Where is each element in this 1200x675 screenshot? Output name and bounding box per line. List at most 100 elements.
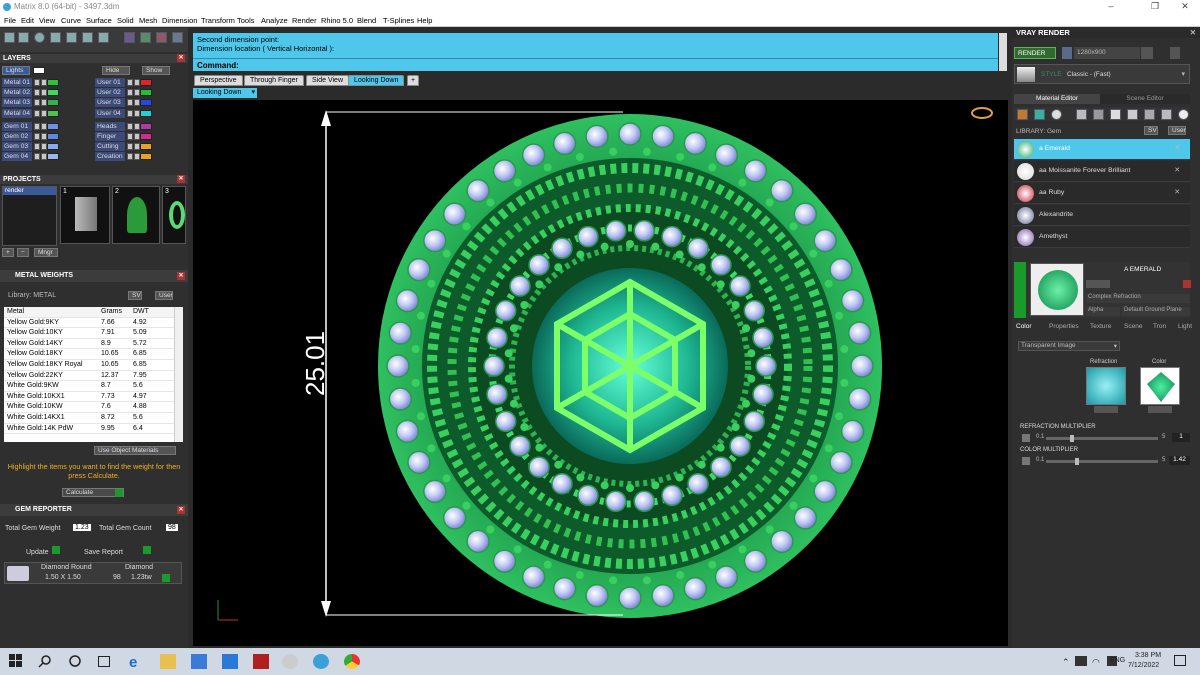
color-swatch-tools[interactable] [1148, 406, 1172, 413]
rect-tool-icon[interactable] [18, 32, 29, 43]
render-tool-icon[interactable] [124, 32, 135, 43]
layer-visibility-icon[interactable] [127, 122, 133, 130]
tab-material-editor[interactable]: Material Editor [1014, 94, 1100, 104]
camera-icon[interactable] [1170, 47, 1180, 59]
menu-rhino[interactable]: Rhino 5.0 [321, 16, 353, 25]
subtab-properties[interactable]: Properties [1049, 322, 1079, 332]
settings-tool-icon[interactable] [172, 32, 183, 43]
layer-metal-01[interactable]: Metal 01 [2, 78, 32, 87]
update-button[interactable]: Update [26, 546, 60, 556]
layer-color-swatch[interactable] [140, 153, 152, 161]
layer-color-swatch[interactable] [140, 99, 152, 107]
manager-button[interactable]: Mngr [34, 248, 58, 257]
layer-color-swatch[interactable] [140, 133, 152, 140]
wifi-icon[interactable]: ◠ [1092, 657, 1100, 668]
layer-metal-02[interactable]: Metal 02 [2, 88, 32, 98]
calculate-button[interactable]: Calculate [62, 488, 124, 497]
close-icon[interactable]: ✕ [177, 272, 185, 280]
light-icon[interactable] [1178, 109, 1189, 120]
layer-heads[interactable]: Heads [95, 121, 125, 131]
matrix-taskbar-icon[interactable] [313, 654, 329, 669]
table-row[interactable]: White Gold:10KW 7.6 4.88 [4, 402, 174, 413]
add-project-button[interactable]: + [2, 248, 14, 257]
layer-color-swatch[interactable] [140, 109, 152, 117]
maximize-button[interactable]: ❐ [1140, 1, 1170, 13]
material-item[interactable]: aa Moissanite Forever Brilliant ✕ [1014, 161, 1190, 182]
menu-dimension[interactable]: Dimension [162, 16, 197, 25]
layer-visibility-icon[interactable] [34, 153, 40, 161]
render-button[interactable]: RENDER [1014, 47, 1056, 59]
sv-button[interactable]: SV [1144, 126, 1158, 135]
remove-material-icon[interactable]: ✕ [1174, 188, 1180, 196]
menu-surface[interactable]: Surface [86, 16, 112, 25]
menu-curve[interactable]: Curve [61, 16, 81, 25]
refraction-slider-track[interactable] [1046, 435, 1158, 442]
sphere-tool-icon[interactable] [34, 32, 45, 43]
layer-gem-04[interactable]: Gem 04 [2, 152, 32, 162]
layer-color-swatch[interactable] [47, 122, 59, 130]
add-view-tab[interactable]: + [407, 75, 420, 86]
layer-color-swatch[interactable] [47, 99, 59, 107]
subtab-color[interactable]: Color [1016, 322, 1032, 332]
resolution-field[interactable]: 1280x900 [1074, 47, 1140, 59]
preview-tools[interactable] [1086, 280, 1110, 288]
layer-visibility-icon[interactable] [34, 143, 40, 151]
command-scrollbar[interactable] [999, 33, 1007, 71]
tab-perspective[interactable]: Perspective [194, 75, 243, 86]
layer-visibility-icon[interactable] [34, 122, 40, 130]
menu-tsplines[interactable]: T-Splines [383, 16, 414, 25]
menu-view[interactable]: View [39, 16, 55, 25]
layer-color-swatch[interactable] [140, 79, 152, 86]
remove-material-icon[interactable]: ✕ [1174, 166, 1180, 174]
app-red-icon[interactable] [253, 654, 269, 669]
menu-file[interactable]: File [4, 16, 16, 25]
tab-scene-editor[interactable]: Scene Editor [1100, 94, 1190, 104]
close-icon[interactable]: ✕ [177, 506, 185, 514]
layer-visibility-icon[interactable] [127, 133, 133, 140]
layer-gem-03[interactable]: Gem 03 [2, 142, 32, 152]
layer-color-swatch[interactable] [47, 89, 59, 97]
layer-visibility-icon[interactable] [34, 109, 40, 117]
layer-metal-04[interactable]: Metal 04 [2, 108, 32, 118]
sv-button[interactable]: SV [128, 291, 142, 300]
layer-visibility-icon[interactable] [127, 109, 133, 117]
project-thumb-2[interactable]: 2 [112, 186, 160, 244]
network-icon[interactable] [1075, 656, 1087, 666]
layer-color-swatch[interactable] [47, 153, 59, 161]
table-row[interactable]: Yellow Gold:18KY Royal 10.65 6.85 [4, 360, 174, 371]
tab-through-finger[interactable]: Through Finger [244, 75, 304, 86]
menu-analyze[interactable]: Analyze [261, 16, 288, 25]
layer-visibility-icon[interactable] [34, 79, 40, 86]
file-explorer-icon[interactable] [160, 654, 176, 669]
material-item[interactable]: a Emerald ✕ [1014, 139, 1190, 160]
subtab-tron[interactable]: Tron [1153, 322, 1166, 332]
color-texture-swatch[interactable] [1140, 367, 1180, 405]
gem-tool-icon[interactable] [140, 32, 151, 43]
layer-metal-03[interactable]: Metal 03 [2, 98, 32, 108]
menu-edit[interactable]: Edit [21, 16, 34, 25]
layer-cutting[interactable]: Cutting [95, 142, 125, 152]
menu-tools[interactable]: Tools [237, 16, 255, 25]
color-slider-track[interactable] [1046, 458, 1158, 465]
fire-icon[interactable] [1017, 109, 1028, 120]
settings-icon[interactable] [1141, 47, 1153, 59]
table-row[interactable]: White Gold:9KW 8.7 5.6 [4, 381, 174, 392]
subtab-texture[interactable]: Texture [1090, 322, 1111, 332]
menu-transform[interactable]: Transform [201, 16, 235, 25]
layer-visibility-icon[interactable] [34, 99, 40, 107]
tab-looking-down[interactable]: Looking Down [348, 75, 405, 86]
brush-icon[interactable] [1161, 109, 1172, 120]
lights-swatch[interactable] [33, 67, 45, 74]
subtab-scene[interactable]: Scene [1124, 322, 1142, 332]
layer-color-swatch[interactable] [47, 143, 59, 151]
remove-material-icon[interactable]: ✕ [1174, 144, 1180, 152]
notifications-icon[interactable] [1174, 655, 1186, 666]
looking-down-viewport[interactable]: 25.01 [193, 100, 1008, 646]
menu-render[interactable]: Render [292, 16, 317, 25]
clock-date[interactable]: 7/12/2022 [1128, 662, 1159, 669]
refraction-swatch-tools[interactable] [1094, 406, 1118, 413]
user-button[interactable]: User [1168, 126, 1186, 135]
filter-tool-icon[interactable] [66, 32, 77, 43]
minimize-button[interactable]: – [1096, 1, 1126, 13]
ring-icon[interactable] [1110, 109, 1121, 120]
